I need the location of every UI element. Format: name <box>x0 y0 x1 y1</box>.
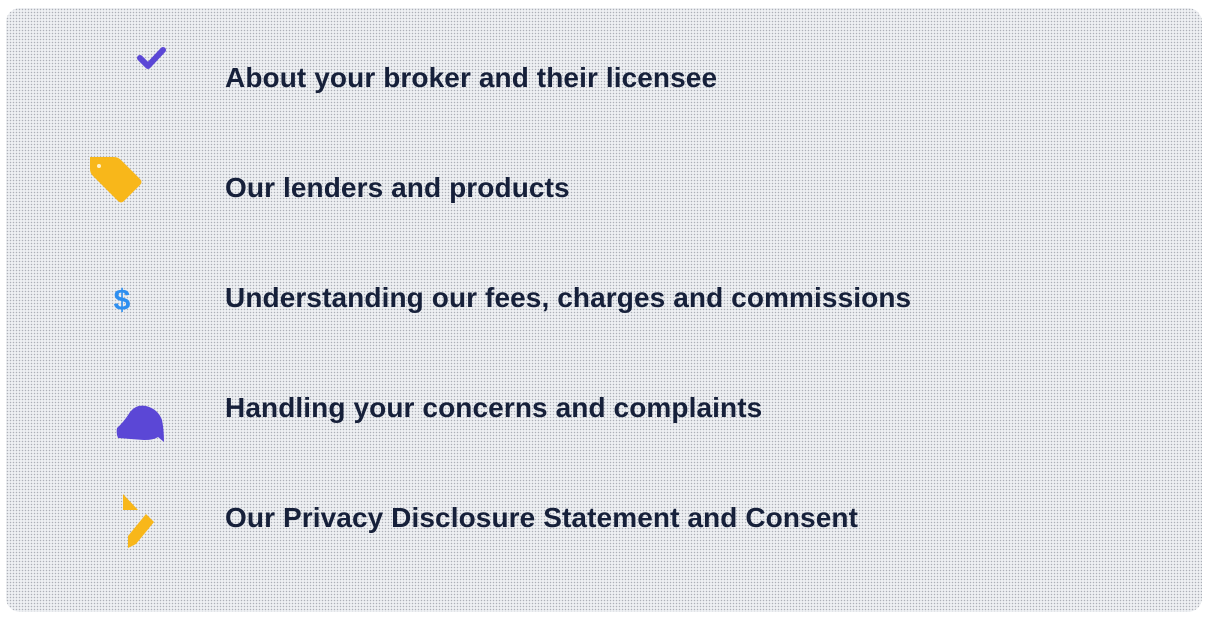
disclosure-menu-card: About your broker and their licensee Our… <box>6 8 1202 612</box>
menu-item-privacy-disclosure[interactable]: Our Privacy Disclosure Statement and Con… <box>6 488 1202 548</box>
menu-item-concerns-complaints[interactable]: Handling your concerns and complaints <box>6 378 1202 442</box>
menu-item-fees-charges[interactable]: $ Understanding our fees, charges and co… <box>6 268 1202 328</box>
price-tag-icon <box>90 157 142 203</box>
menu-item-about-broker[interactable]: About your broker and their licensee <box>6 47 1202 108</box>
svg-text:$: $ <box>114 284 131 316</box>
menu-item-label: Our Privacy Disclosure Statement and Con… <box>225 502 859 533</box>
menu-item-label: Understanding our fees, charges and comm… <box>225 282 912 313</box>
menu-item-label: About your broker and their licensee <box>225 62 718 93</box>
pencil-icon <box>123 494 154 548</box>
speech-bubble-icon <box>116 405 164 442</box>
menu-item-lenders-products[interactable]: Our lenders and products <box>6 157 1202 218</box>
dollar-icon: $ <box>114 284 131 316</box>
menu-item-label: Handling your concerns and complaints <box>225 392 763 423</box>
menu-item-label: Our lenders and products <box>225 172 570 203</box>
check-icon <box>137 47 166 69</box>
